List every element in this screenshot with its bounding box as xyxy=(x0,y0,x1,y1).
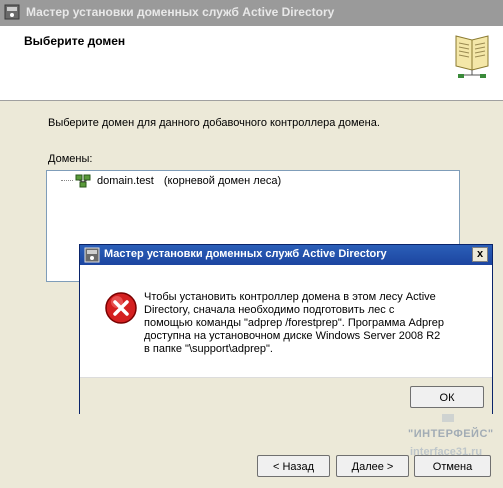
tree-connector xyxy=(61,180,73,182)
page-heading: Выберите домен xyxy=(24,34,126,48)
wizard-title: Мастер установки доменных служб Active D… xyxy=(26,5,335,19)
domain-icon xyxy=(75,174,91,188)
dialog-footer: ОК xyxy=(80,377,492,414)
domain-name: domain.test xyxy=(95,175,156,187)
error-icon xyxy=(105,292,137,324)
cancel-button[interactable]: Отмена xyxy=(414,455,491,477)
watermark-title: "ИНТЕРФЕЙС" xyxy=(408,428,494,440)
error-dialog: Мастер установки доменных служб Active D… xyxy=(79,244,493,414)
close-button[interactable]: x xyxy=(472,247,488,262)
domain-note: (корневой домен леса) xyxy=(161,175,284,187)
domains-label: Домены: xyxy=(48,153,93,165)
server-wizard-icon xyxy=(84,247,100,263)
error-message: Чтобы установить контроллер домена в это… xyxy=(144,291,445,355)
tree-item-domain[interactable]: domain.test (корневой домен леса) xyxy=(61,173,284,189)
back-button[interactable]: < Назад xyxy=(257,455,330,477)
ok-button[interactable]: ОК xyxy=(410,386,484,408)
wizard-header: Выберите домен xyxy=(0,26,503,101)
dialog-content: Чтобы установить контроллер домена в это… xyxy=(80,265,492,377)
next-button[interactable]: Далее > xyxy=(336,455,409,477)
wizard-title-bar[interactable]: Мастер установки доменных служб Active D… xyxy=(0,0,503,26)
dialog-title-bar[interactable]: Мастер установки доменных служб Active D… xyxy=(80,245,492,265)
server-wizard-icon xyxy=(4,4,20,20)
domain-prompt: Выберите домен для данного добавочного к… xyxy=(48,117,380,129)
dialog-title: Мастер установки доменных служб Active D… xyxy=(104,248,387,260)
directory-book-icon xyxy=(455,35,489,78)
